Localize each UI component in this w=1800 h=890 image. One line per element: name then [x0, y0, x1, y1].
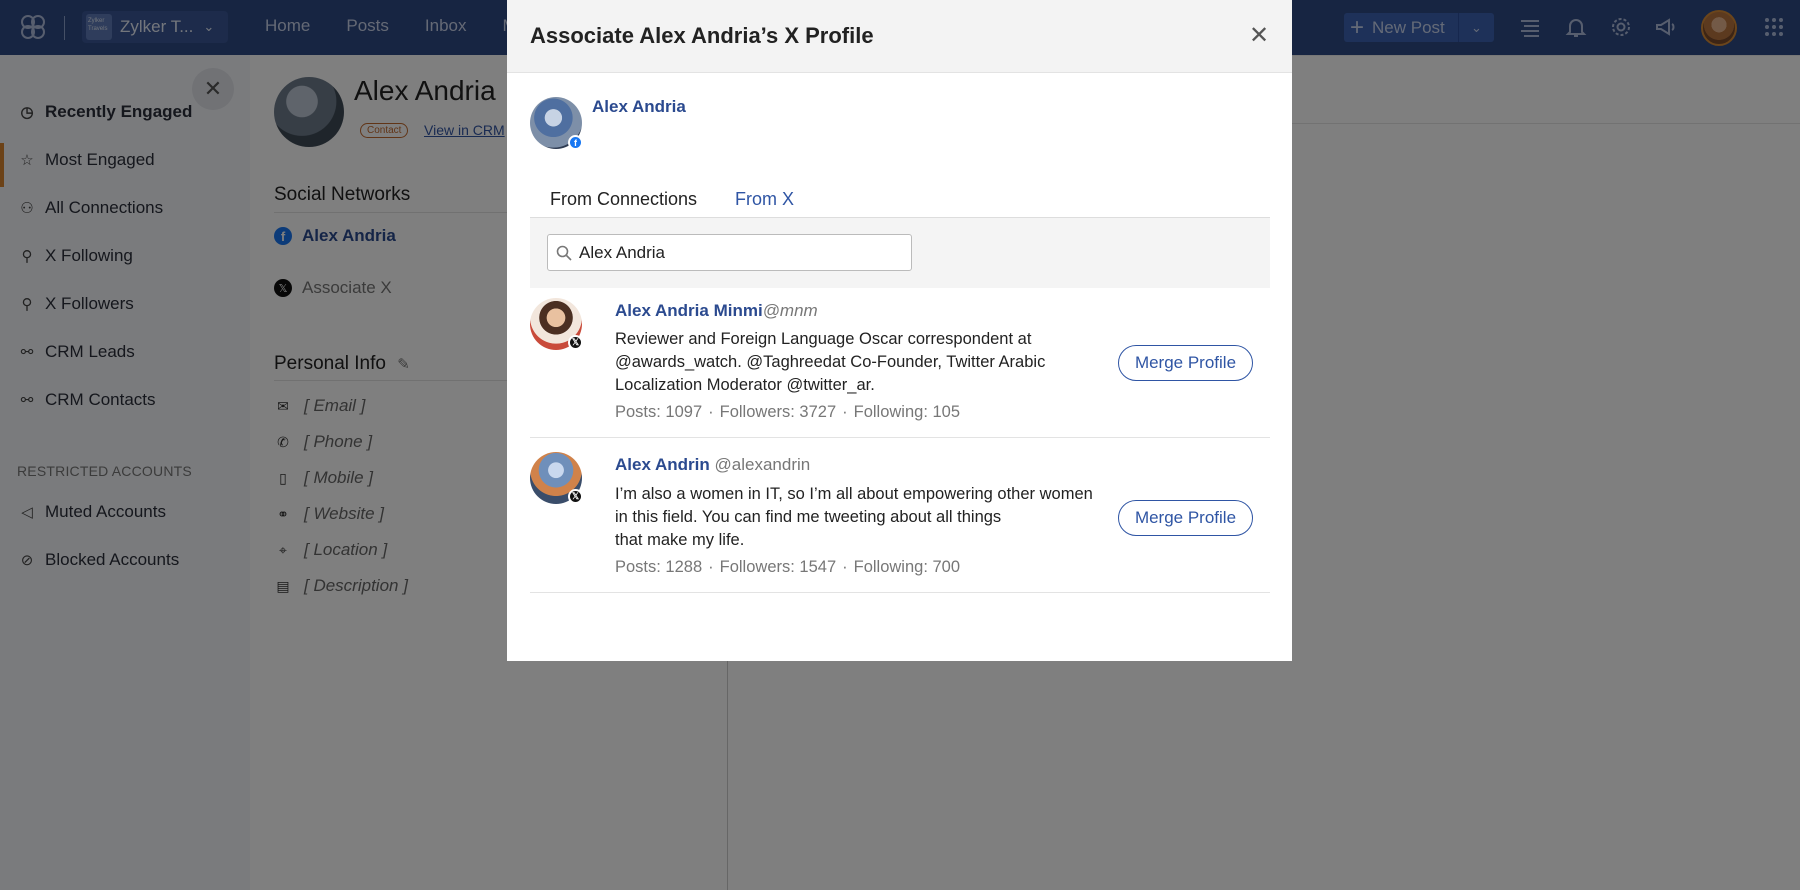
dialog-title: Associate Alex Andria’s X Profile: [530, 23, 874, 48]
facebook-badge-icon: f: [568, 135, 583, 150]
bio-line: that make my life.: [615, 531, 745, 549]
posts-count: Posts: 1288: [615, 558, 703, 576]
result-name-line: Alex Andria Minmi@mnm: [615, 301, 818, 321]
list-item: 𝕏 Alex Andria Minmi@mnm Reviewer and For…: [530, 288, 1270, 438]
bio-line: Localization Moderator @twitter_ar.: [615, 376, 875, 394]
following-count: Following: 105: [853, 403, 961, 421]
search-area: Alex Andria: [530, 218, 1270, 288]
result-name-line: Alex Andrin @alexandrin: [615, 455, 810, 475]
tab-from-connections[interactable]: From Connections: [530, 189, 717, 220]
result-bio: Reviewer and Foreign Language Oscar corr…: [615, 328, 1075, 397]
x-badge-icon: 𝕏: [568, 335, 583, 350]
bio-line: in this field. You can find me tweeting …: [615, 508, 1002, 526]
result-handle: @alexandrin: [714, 455, 811, 474]
associate-x-profile-dialog: Associate Alex Andria’s X Profile ✕ f Al…: [507, 0, 1292, 661]
merge-profile-button[interactable]: Merge Profile: [1118, 500, 1253, 536]
separator-dot: ·: [842, 403, 848, 421]
bio-line: Reviewer and Foreign Language Oscar corr…: [615, 330, 1032, 348]
result-bio: I’m also a women in IT, so I’m all about…: [615, 483, 1105, 552]
tab-from-x[interactable]: From X: [735, 189, 794, 218]
result-name-link[interactable]: Alex Andria Minmi: [615, 301, 763, 320]
bio-line: @awards_watch. @Taghreedat Co-Founder, T…: [615, 353, 1046, 371]
result-name-link[interactable]: Alex Andrin: [615, 455, 710, 474]
search-input[interactable]: Alex Andria: [547, 234, 912, 271]
following-count: Following: 700: [853, 558, 961, 576]
merge-profile-button[interactable]: Merge Profile: [1118, 345, 1253, 381]
followers-count: Followers: 3727: [719, 403, 837, 421]
separator-dot: ·: [708, 403, 714, 421]
x-badge-icon: 𝕏: [568, 489, 583, 504]
search-value: Alex Andria: [579, 242, 665, 262]
list-item: 𝕏 Alex Andrin @alexandrin I’m also a wom…: [530, 438, 1270, 593]
account-name-link[interactable]: Alex Andria: [592, 97, 686, 117]
close-icon: ✕: [1248, 21, 1270, 49]
result-handle: @mnm: [762, 301, 818, 320]
search-icon: [556, 245, 572, 261]
separator-dot: ·: [708, 558, 714, 576]
result-stats: Posts: 1288 · Followers: 1547 · Following: 7…: [615, 558, 960, 577]
close-dialog-button[interactable]: ✕: [1246, 21, 1272, 49]
source-tabs: From Connections From X: [530, 183, 1270, 220]
separator-dot: ·: [842, 558, 848, 576]
posts-count: Posts: 1097: [615, 403, 703, 421]
followers-count: Followers: 1547: [719, 558, 837, 576]
dialog-header: Associate Alex Andria’s X Profile ✕: [507, 0, 1292, 73]
bio-line: I’m also a women in IT, so I’m all about…: [615, 485, 1093, 503]
result-stats: Posts: 1097 · Followers: 3727 · Following: 1…: [615, 403, 960, 422]
